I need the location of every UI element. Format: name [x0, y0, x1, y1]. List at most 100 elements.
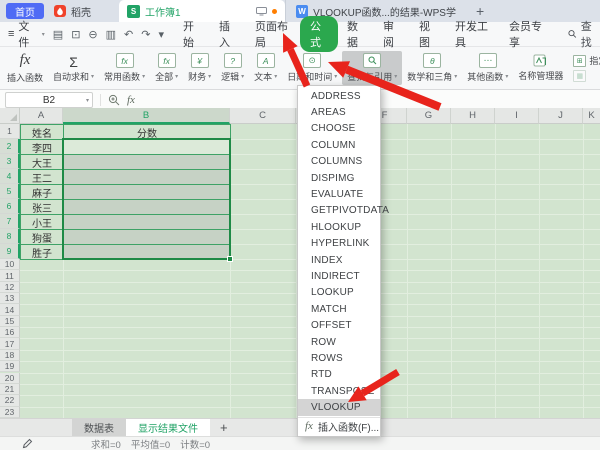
dropdown-item-ROWS[interactable]: ROWS: [298, 350, 380, 366]
menu-item-开始[interactable]: 开始: [174, 16, 210, 52]
cell-A9[interactable]: 胜子: [20, 244, 64, 260]
dropdown-item-INDIRECT[interactable]: INDIRECT: [298, 268, 380, 284]
dropdown-item-VLOOKUP[interactable]: VLOOKUP: [298, 399, 380, 415]
ribbon-button-其他函数[interactable]: ⋯其他函数▾: [462, 51, 513, 85]
cell-A6[interactable]: 张三: [20, 199, 64, 215]
quick-icon-0[interactable]: ▤: [53, 28, 63, 41]
row-header-6[interactable]: 6: [0, 199, 20, 214]
row-header-3[interactable]: 3: [0, 154, 20, 169]
dropdown-item-COLUMN[interactable]: COLUMN: [298, 137, 380, 153]
sheet-tab-数据表[interactable]: 数据表: [72, 419, 126, 436]
row-header-7[interactable]: 7: [0, 214, 20, 229]
dropdown-item-ROW[interactable]: ROW: [298, 334, 380, 350]
ribbon-button-常用函数[interactable]: fx常用函数▾: [99, 51, 150, 85]
dropdown-item-RTD[interactable]: RTD: [298, 367, 380, 383]
row-header-16[interactable]: 16: [0, 327, 20, 338]
column-header-I[interactable]: I: [495, 108, 539, 124]
cell-A7[interactable]: 小王: [20, 214, 64, 230]
row-header-10[interactable]: 10: [0, 259, 20, 270]
row-header-5[interactable]: 5: [0, 184, 20, 199]
dropdown-item-GETPIVOTDATA[interactable]: GETPIVOTDATA: [298, 203, 380, 219]
dropdown-item-HLOOKUP[interactable]: HLOOKUP: [298, 219, 380, 235]
ribbon-button-文本[interactable]: A文本▾: [249, 51, 282, 85]
menu-item-视图[interactable]: 视图: [410, 16, 446, 52]
assign-button[interactable]: ⊞ 指定: [573, 54, 600, 67]
column-header-G[interactable]: G: [407, 108, 451, 124]
dropdown-item-TRANSPOSE[interactable]: TRANSPOSE: [298, 383, 380, 399]
menu-item-插入[interactable]: 插入: [210, 16, 246, 52]
ribbon-button-逻辑[interactable]: ?逻辑▾: [216, 51, 249, 85]
menu-item-开发工具[interactable]: 开发工具: [446, 16, 500, 52]
ribbon-button-财务[interactable]: ¥财务▾: [183, 51, 216, 85]
insert-function-button[interactable]: fx 插入函数: [2, 50, 48, 86]
quick-icon-6[interactable]: ▾: [158, 28, 164, 41]
cell-A3[interactable]: 大王: [20, 154, 64, 170]
dropdown-item-HYPERLINK[interactable]: HYPERLINK: [298, 236, 380, 252]
add-sheet-button[interactable]: +: [210, 419, 238, 436]
row-header-12[interactable]: 12: [0, 282, 20, 293]
cell-A5[interactable]: 麻子: [20, 184, 64, 200]
cell-A4[interactable]: 王二: [20, 169, 64, 185]
zoom-magnifier-icon[interactable]: [108, 94, 120, 106]
row-header-19[interactable]: 19: [0, 361, 20, 372]
row-header-20[interactable]: 20: [0, 373, 20, 384]
ribbon-button-全部[interactable]: fx全部▾: [150, 51, 183, 85]
column-header-B[interactable]: B: [63, 108, 230, 124]
row-header-23[interactable]: 23: [0, 407, 20, 418]
name-manager-button[interactable]: 名称管理器: [513, 52, 568, 84]
ribbon-button-查找与引用[interactable]: 查找与引用▾: [342, 51, 402, 85]
row-header-21[interactable]: 21: [0, 384, 20, 395]
menu-item-数据[interactable]: 数据: [338, 16, 374, 52]
ribbon-button-自动求和[interactable]: Σ自动求和▾: [48, 52, 99, 85]
row-header-4[interactable]: 4: [0, 169, 20, 184]
column-header-A[interactable]: A: [20, 108, 63, 124]
file-menu[interactable]: ≡ 文件 ▾: [0, 18, 53, 50]
row-header-13[interactable]: 13: [0, 293, 20, 304]
ribbon-button-数学和三角[interactable]: θ数学和三角▾: [402, 51, 462, 85]
quick-icon-1[interactable]: ⊡: [71, 28, 80, 41]
column-header-K[interactable]: K: [583, 108, 600, 124]
row-header-11[interactable]: 11: [0, 270, 20, 281]
row-header-22[interactable]: 22: [0, 395, 20, 406]
column-header-H[interactable]: H: [451, 108, 495, 124]
dropdown-item-COLUMNS[interactable]: COLUMNS: [298, 154, 380, 170]
dropdown-item-AREAS[interactable]: AREAS: [298, 104, 380, 120]
column-header-J[interactable]: J: [539, 108, 583, 124]
dropdown-item-EVALUATE[interactable]: EVALUATE: [298, 186, 380, 202]
quick-icon-5[interactable]: ↷: [141, 28, 150, 41]
row-header-1[interactable]: 1: [0, 124, 20, 139]
dropdown-item-CHOOSE[interactable]: CHOOSE: [298, 121, 380, 137]
name-box[interactable]: B2 ▾: [5, 92, 93, 108]
ribbon-button-日期和时间[interactable]: ⊙日期和时间▾: [282, 51, 342, 85]
select-all-corner[interactable]: [0, 108, 20, 124]
cell-A1-header[interactable]: 姓名: [20, 124, 64, 140]
cell-A2[interactable]: 李四: [20, 139, 64, 155]
dropdown-item-LOOKUP[interactable]: LOOKUP: [298, 285, 380, 301]
row-header-18[interactable]: 18: [0, 350, 20, 361]
dropdown-item-INDEX[interactable]: INDEX: [298, 252, 380, 268]
row-header-17[interactable]: 17: [0, 338, 20, 349]
row-header-15[interactable]: 15: [0, 316, 20, 327]
column-header-C[interactable]: C: [230, 108, 296, 124]
dropdown-item-OFFSET[interactable]: OFFSET: [298, 317, 380, 333]
search-control[interactable]: 查找: [568, 18, 600, 50]
menu-item-会员专享[interactable]: 会员专享: [500, 16, 554, 52]
tab-home[interactable]: 首页: [6, 3, 44, 19]
menu-item-公式[interactable]: 公式: [300, 16, 338, 52]
dropdown-item-DISPIMG[interactable]: DISPIMG: [298, 170, 380, 186]
row-header-14[interactable]: 14: [0, 304, 20, 315]
fill-handle[interactable]: [227, 256, 233, 262]
cell-A8[interactable]: 狗蛋: [20, 229, 64, 245]
quick-icon-4[interactable]: ↶: [124, 28, 133, 41]
quick-icon-2[interactable]: ⊖: [88, 28, 97, 41]
row-header-8[interactable]: 8: [0, 229, 20, 244]
fx-formula-icon[interactable]: fx: [127, 94, 135, 106]
dropdown-item-ADDRESS[interactable]: ADDRESS: [298, 88, 380, 104]
row-header-2[interactable]: 2: [0, 139, 20, 154]
sheet-tab-显示结果文件[interactable]: 显示结果文件: [126, 419, 210, 436]
dropdown-insert-function-item[interactable]: fx 插入函数(F)...: [298, 419, 380, 434]
menu-item-审阅[interactable]: 审阅: [374, 16, 410, 52]
quick-icon-3[interactable]: ▥: [106, 28, 116, 41]
ink-pen-icon[interactable]: [22, 438, 33, 449]
row-header-9[interactable]: 9: [0, 244, 20, 259]
